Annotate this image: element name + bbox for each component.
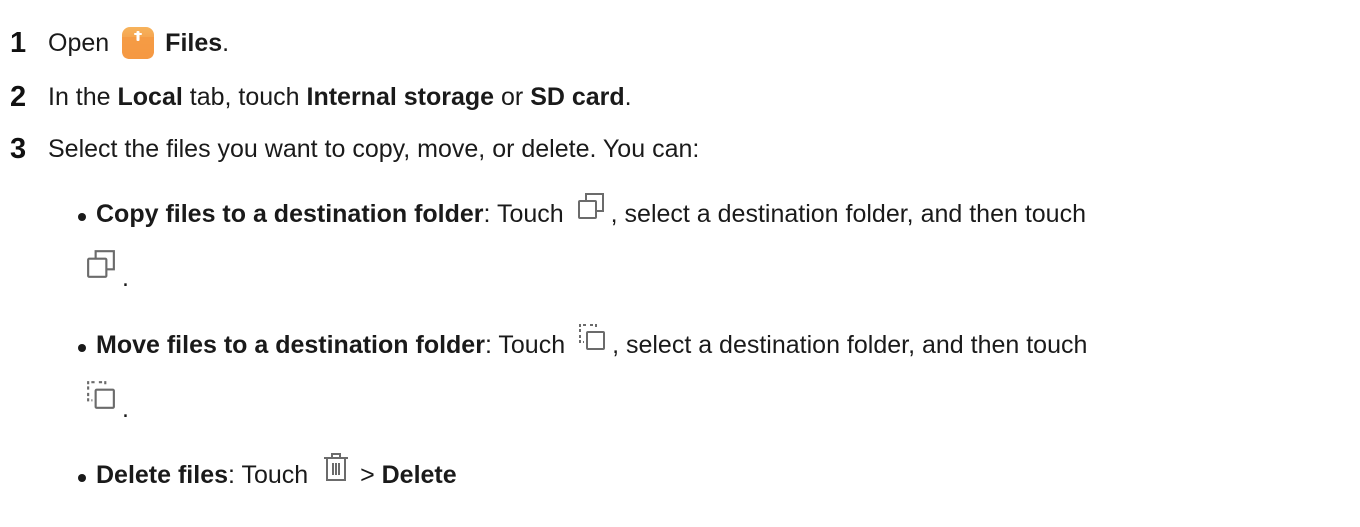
copy-icon (577, 192, 605, 220)
bullet-end: . (122, 394, 129, 423)
copy-icon (86, 249, 116, 279)
bullet-touch: Touch (491, 330, 573, 359)
step-1: 1 Open Files . (10, 23, 229, 63)
step-text-end: . (624, 82, 632, 111)
bullet-rest: , select a destination folder, and then … (612, 330, 1088, 359)
files-app-icon (121, 26, 155, 60)
step-text: In the (48, 82, 118, 111)
bullet-dot (78, 474, 86, 482)
bullet-delete: Delete files : Touch > Delete (78, 452, 457, 495)
step-text-end: . (222, 28, 230, 57)
bullet-dot (78, 213, 86, 221)
bullet-sep: > (353, 460, 382, 489)
bullet-move-continuation: . (86, 380, 129, 423)
bullet-title: Move files to a destination folder (96, 330, 485, 359)
step-text: or (494, 82, 531, 111)
step-text: Open (48, 28, 110, 57)
bullet-dot (78, 344, 86, 352)
delete-action-label: Delete (381, 460, 457, 489)
bullet-title: Delete files (96, 460, 229, 489)
bullet-rest: , select a destination folder, and then … (610, 199, 1086, 228)
bullet-move: Move files to a destination folder : Tou… (78, 323, 1088, 365)
step-2: 2 In the Local tab, touch Internal stora… (10, 77, 632, 117)
bullet-copy-continuation: . (86, 249, 129, 292)
step-number: 3 (10, 132, 27, 165)
move-icon (86, 380, 116, 410)
bullet-colon: : (483, 199, 491, 228)
internal-storage-label: Internal storage (306, 82, 495, 111)
sd-card-label: SD card (530, 82, 625, 111)
local-tab-label: Local (117, 82, 183, 111)
step-number: 1 (10, 26, 27, 59)
step-number: 2 (10, 80, 27, 113)
bullet-touch: Touch (490, 199, 571, 228)
trash-icon (323, 452, 349, 482)
app-name: Files (165, 28, 223, 57)
move-icon (578, 323, 606, 351)
bullet-colon: : (228, 460, 235, 489)
step-text: tab, touch (182, 82, 307, 111)
bullet-colon: : (484, 330, 492, 359)
step-text: Select the files you want to copy, move,… (48, 134, 700, 163)
step-3: 3 Select the files you want to copy, mov… (10, 129, 699, 169)
bullet-end: . (122, 263, 129, 292)
bullet-touch: Touch (234, 460, 316, 489)
bullet-title: Copy files to a destination folder (96, 199, 484, 228)
bullet-copy: Copy files to a destination folder : Tou… (78, 192, 1086, 234)
